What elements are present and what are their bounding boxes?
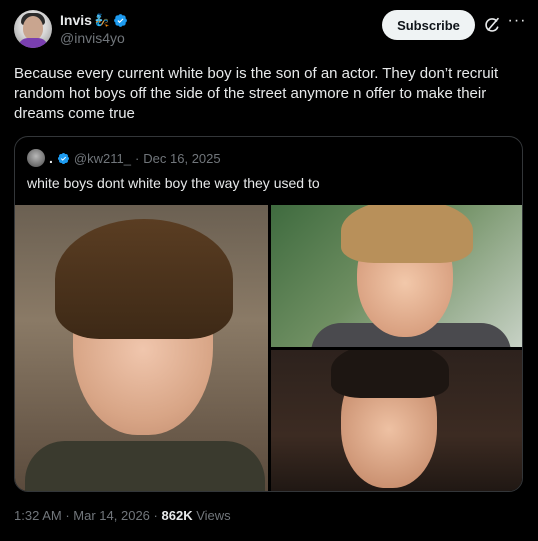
subscribe-button[interactable]: Subscribe [382,10,475,40]
author-name-text: Invis [60,12,92,28]
quoted-separator: · [134,150,140,166]
photo-bottom-right[interactable] [271,350,522,491]
quoted-verified-badge-icon [57,152,69,164]
post-meta: 1:32 AM · Mar 14, 2026 · 862K Views [14,508,231,523]
author-handle[interactable]: @invis4yo [60,30,128,46]
post: Invis 🧞 @invis4yo Subscribe ··· Because … [0,0,538,541]
quoted-author-handle[interactable]: @kw211_ [74,151,131,166]
post-time[interactable]: 1:32 AM [14,508,62,523]
grok-icon[interactable] [483,16,501,34]
views-count: 862K [161,508,193,523]
meta-separator: · [65,508,70,523]
post-header: Invis 🧞 @invis4yo Subscribe ··· [14,10,528,50]
quoted-post[interactable]: . @kw211_ · Dec 16, 2025 white boys dont… [14,136,523,492]
photo-left[interactable] [15,205,268,491]
quoted-post-text: white boys dont white boy the way they u… [27,175,320,191]
verified-badge-icon [113,13,127,27]
quoted-media-grid [15,205,522,491]
author-display-name[interactable]: Invis 🧞 [60,11,128,29]
more-options-icon[interactable]: ··· [507,12,527,34]
quoted-date[interactable]: Dec 16, 2025 [143,151,220,166]
post-text: Because every current white boy is the s… [14,65,499,122]
meta-separator-2: · [153,508,158,523]
photo-top-right[interactable] [271,205,522,347]
quoted-author-name[interactable]: . [49,150,53,166]
post-date[interactable]: Mar 14, 2026 [73,508,150,523]
author-name-emoji: 🧞 [94,13,110,27]
views-label: Views [196,508,231,523]
quoted-author-avatar[interactable] [27,149,45,167]
quoted-post-header: . @kw211_ · Dec 16, 2025 [27,149,221,167]
author-avatar[interactable] [14,10,52,48]
author-names: Invis 🧞 @invis4yo [60,11,128,46]
